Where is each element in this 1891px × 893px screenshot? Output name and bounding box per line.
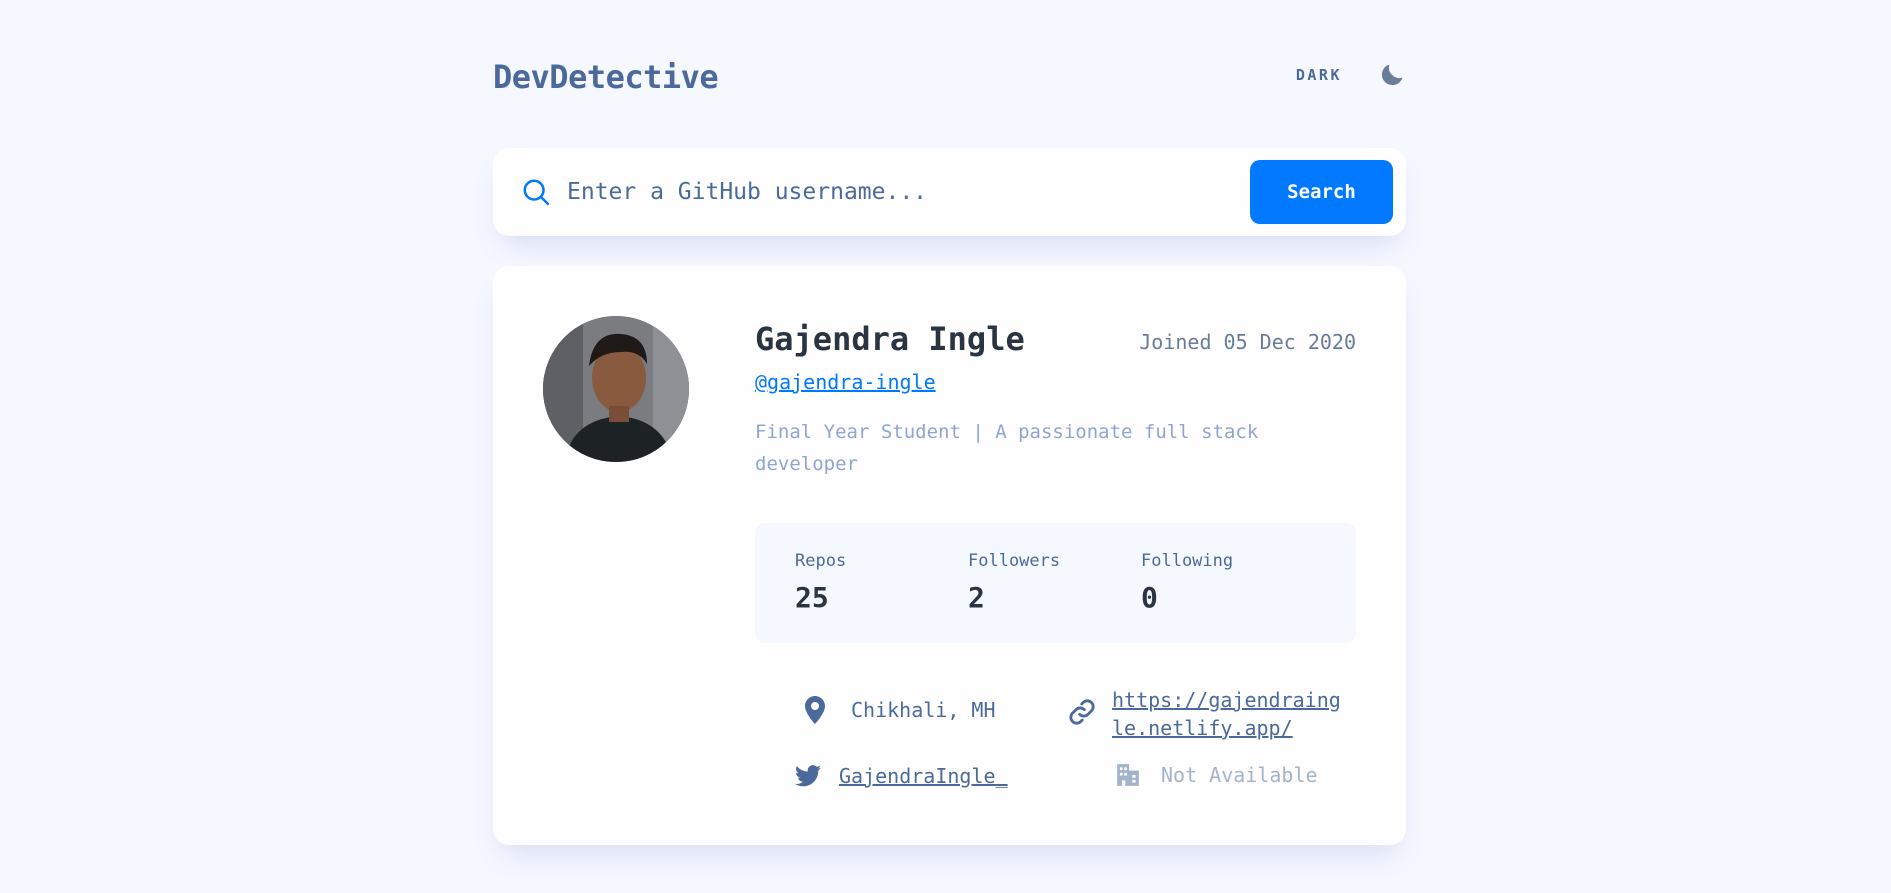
search-button[interactable]: Search (1250, 160, 1393, 224)
joined-date: Joined 05 Dec 2020 (1139, 330, 1356, 354)
profile-card: Gajendra Ingle Joined 05 Dec 2020 @gajen… (493, 266, 1406, 845)
theme-toggle-label: DARK (1295, 66, 1342, 84)
stat-repos: Repos 25 (795, 551, 846, 614)
location-text: Chikhali, MH (851, 698, 996, 722)
profile-bio: Final Year Student | A passionate full s… (755, 421, 1259, 475)
stat-label: Following (1141, 551, 1234, 571)
stat-value: 25 (795, 581, 829, 614)
website-link[interactable]: https://gajendraingle.netlify.app/ (1112, 686, 1344, 742)
avatar (543, 316, 689, 462)
company-text: Not Available (1161, 763, 1318, 787)
twitter-row: GajendraIngle_ (795, 764, 1008, 788)
company-row: Not Available (1115, 762, 1318, 788)
twitter-link[interactable]: GajendraIngle_ (839, 764, 1008, 788)
app-container: DevDetective DARK Search (493, 0, 1406, 845)
stat-label: Followers (968, 551, 1061, 571)
app-logo: DevDetective (493, 58, 719, 96)
profile-login-link[interactable]: @gajendra-ingle (755, 370, 936, 394)
location-row: Chikhali, MH (805, 696, 996, 724)
search-bar: Search (493, 148, 1406, 236)
theme-toggle[interactable]: DARK (1296, 60, 1406, 90)
location-pin-icon (805, 696, 825, 724)
link-icon (1069, 699, 1095, 725)
search-icon (523, 179, 550, 206)
stat-label: Repos (795, 551, 847, 571)
search-input[interactable] (567, 170, 1207, 214)
header: DevDetective DARK (493, 0, 1406, 150)
stat-followers: Followers 2 (968, 551, 1060, 614)
stat-value: 2 (968, 581, 985, 614)
moon-icon (1381, 64, 1403, 86)
profile-name: Gajendra Ingle (755, 320, 1025, 358)
stats-panel: Repos 25 Followers 2 Following 0 (755, 523, 1356, 643)
stat-following: Following 0 (1141, 551, 1233, 614)
website-row: https://gajendraingle.netlify.app/ (1068, 686, 1344, 742)
twitter-icon (795, 765, 821, 787)
stat-value: 0 (1141, 581, 1158, 614)
building-icon (1117, 764, 1139, 786)
